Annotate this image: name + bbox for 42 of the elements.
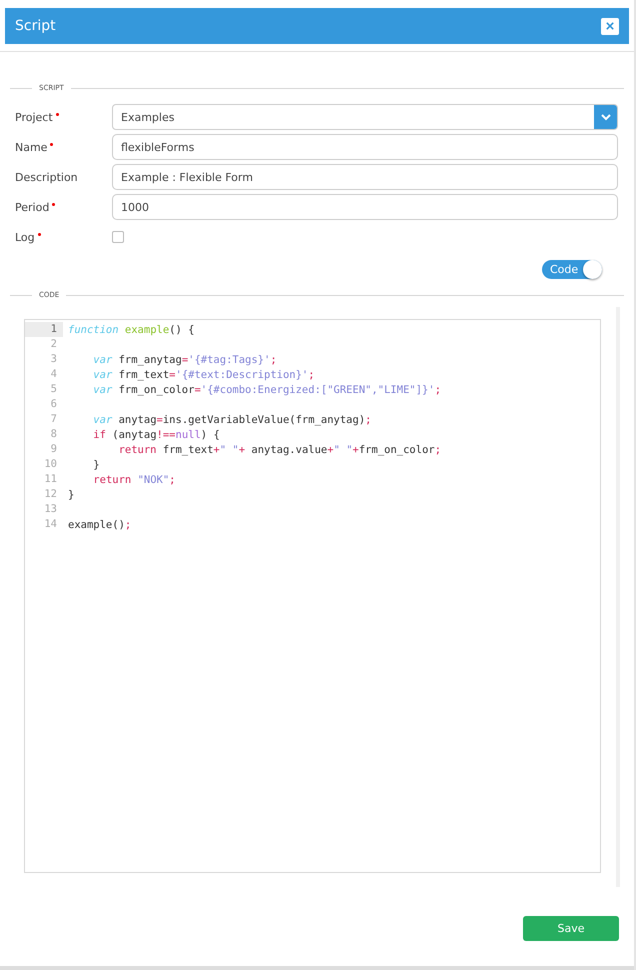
- field-label: Period: [15, 200, 50, 214]
- line-number: 14: [43, 517, 58, 532]
- code-line: var frm_anytag='{#tag:Tags}';: [92, 354, 277, 366]
- text-field[interactable]: Example : Flexible Form: [112, 164, 618, 190]
- line-number: 9: [50, 442, 58, 457]
- code-line: var anytag=ins.getVariableValue(frm_anytag);: [92, 414, 372, 426]
- line-number: 5: [50, 382, 58, 397]
- code-line: var frm_on_color='{#combo:Energized:["GREEN","LIME"]}';: [92, 384, 442, 396]
- line-number: 6: [50, 397, 58, 412]
- line-number: 11: [43, 472, 58, 487]
- line-number: 10: [43, 457, 58, 472]
- required-icon: [38, 232, 41, 236]
- log-checkbox[interactable]: [112, 231, 124, 243]
- code-line: function example() {: [67, 324, 194, 336]
- code-line: if (anytag!==null) {: [92, 428, 220, 440]
- window-title: Script: [15, 18, 56, 34]
- line-number: 2: [50, 337, 58, 352]
- line-number: 12: [43, 487, 58, 502]
- project-select[interactable]: Examples: [112, 104, 618, 130]
- code-line: }: [67, 488, 74, 500]
- code-line: return frm_text+" "+ anytag.value+" "+frm_on_color;: [118, 444, 442, 456]
- required-icon: [52, 202, 56, 206]
- line-number: 13: [43, 502, 58, 517]
- code-line: }: [92, 458, 100, 470]
- code-line: var frm_text='{#text:Description}';: [92, 368, 315, 380]
- code-editor[interactable]: [24, 319, 601, 873]
- code-line: example();: [67, 518, 132, 530]
- field-label: Description: [15, 170, 78, 184]
- code-line: return "NOK";: [92, 474, 176, 486]
- field-label: Project: [15, 110, 53, 124]
- field-label: Name: [15, 140, 48, 154]
- field-label: Log: [15, 230, 35, 244]
- required-icon: [56, 112, 59, 116]
- line-number: 8: [50, 427, 58, 442]
- required-icon: [50, 142, 54, 146]
- text-field[interactable]: flexibleForms: [112, 134, 618, 160]
- line-number: 1: [25, 322, 63, 337]
- line-number: 7: [50, 412, 58, 427]
- line-number: 4: [50, 367, 58, 382]
- text-field[interactable]: 1000: [112, 194, 618, 220]
- line-number: 3: [50, 352, 58, 367]
- caret-icon: [600, 114, 610, 120]
